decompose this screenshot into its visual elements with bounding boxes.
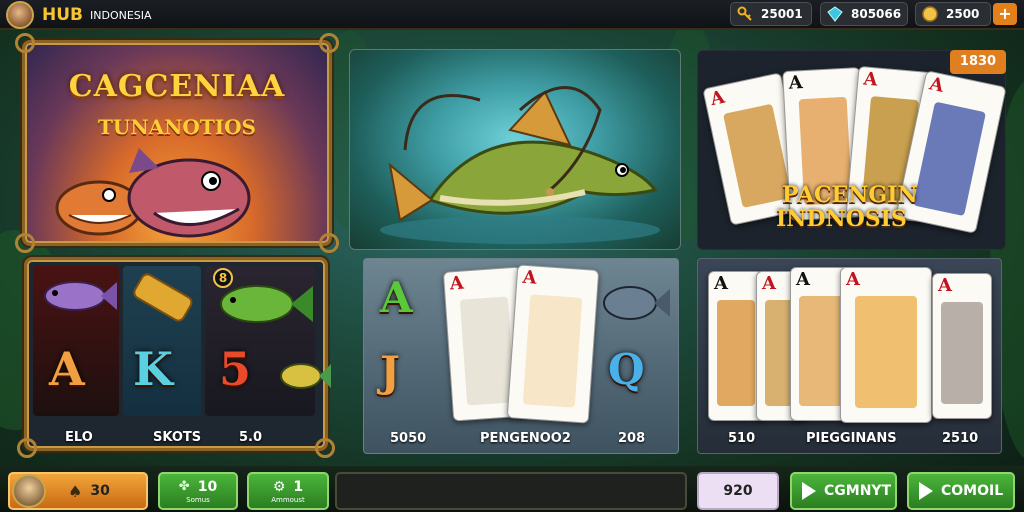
play-icon	[802, 482, 816, 500]
frame-ornament	[15, 233, 35, 253]
add-currency-button[interactable]: +	[993, 3, 1017, 25]
card-rank: A	[862, 68, 879, 91]
gem-icon	[827, 6, 843, 22]
tile-label-left: 510	[728, 431, 756, 446]
lives-count: 30	[90, 483, 110, 499]
card-art	[522, 294, 583, 408]
amount-value: 1	[293, 478, 304, 495]
card-rank: A	[846, 269, 860, 290]
card-rank: A	[938, 275, 952, 296]
brand-title: HUB	[42, 5, 83, 25]
bonus-sub: Somus	[186, 495, 210, 504]
symbol-j: J	[380, 347, 400, 396]
cartoon-fish-illustration	[55, 148, 251, 238]
key-icon	[737, 6, 753, 22]
symbol-a: A	[380, 273, 413, 322]
tile-label-left: 5050	[390, 431, 427, 446]
slot-symbol-k: K	[133, 342, 173, 396]
jumping-fish-illustration	[380, 86, 660, 244]
playing-card: A	[932, 273, 992, 419]
currency-key-value: 25001	[761, 7, 803, 21]
tile-label-center: PIEGGINANS	[806, 431, 897, 446]
card-rank: A	[788, 72, 804, 94]
green-fish-icon	[220, 285, 313, 323]
frame-ornament	[319, 233, 339, 253]
bonus-value: 10	[197, 478, 218, 495]
control-label: COMOIL	[941, 483, 1004, 499]
clover-icon: ✤	[178, 479, 190, 494]
card-art	[941, 302, 983, 404]
currency-coin-pill[interactable]: 2500	[915, 2, 991, 26]
brand-avatar	[6, 1, 34, 29]
currency-key-pill[interactable]: 25001	[730, 2, 812, 26]
progress-bar	[335, 472, 687, 510]
tile-label-center: PENGENOO2	[480, 431, 571, 446]
bet-value: 920	[723, 483, 753, 499]
card-rank: A	[927, 73, 946, 97]
card-rank: A	[708, 86, 727, 111]
playing-card: A	[840, 267, 932, 423]
tile-label-right: 2510	[942, 431, 979, 446]
card-rank: A	[714, 273, 728, 294]
fish-icon	[603, 286, 670, 320]
slots-game-tile[interactable]: 8 A K 5 ELO SKOTS 5.0	[17, 257, 335, 458]
featured-game-banner[interactable]: CAGCENIAA TUNANOTIOS	[15, 33, 339, 253]
pacengin-title-line1: PACENGIN	[782, 182, 918, 208]
card-art	[799, 296, 843, 406]
fishing-game-tile[interactable]	[349, 49, 681, 250]
play-icon	[919, 482, 933, 500]
symbol-q: Q	[608, 345, 645, 394]
game-title-line1: CAGCENIAA	[68, 69, 286, 104]
card-rank: A	[521, 266, 538, 289]
purple-fish-icon	[44, 281, 117, 311]
yellow-fish-icon	[280, 363, 331, 389]
card-art	[459, 296, 516, 406]
currency-gem-pill[interactable]: 805066	[820, 2, 908, 26]
coin-icon	[922, 6, 938, 22]
spade-icon: ♠	[68, 481, 83, 501]
currency-coin-value: 2500	[946, 7, 980, 21]
bonus-button[interactable]: ✤ 10 Somus	[158, 472, 238, 510]
tile-label-center: SKOTS	[153, 430, 202, 445]
pacengin-title-line2: INDNOSIS	[776, 206, 907, 232]
control-button[interactable]: COMOIL	[907, 472, 1015, 510]
count-button[interactable]: CGMNYT	[790, 472, 897, 510]
frame-ornament	[319, 33, 339, 53]
frame-ornament	[315, 438, 335, 458]
jackpot-badge: 1830	[950, 50, 1006, 74]
slot-symbol-5: 5	[219, 342, 252, 396]
bet-display[interactable]: 920	[697, 472, 779, 510]
tile-label-right: 208	[618, 431, 646, 446]
gold-bar-icon	[133, 273, 193, 322]
slot-symbol-a: A	[49, 342, 85, 396]
playing-card: A	[506, 264, 600, 424]
card-art	[855, 296, 917, 408]
frame-ornament	[15, 33, 35, 53]
currency-gem-value: 805066	[851, 7, 902, 21]
brand-subtitle: INDONESIA	[90, 9, 152, 22]
count-label: CGMNYT	[824, 483, 892, 499]
card-game-tile[interactable]: A J A A Q 5050 PENGENOO2 208	[363, 258, 679, 454]
amount-button[interactable]: ⚙ 1 Ammoust	[247, 472, 329, 510]
tile-label-left: ELO	[65, 430, 93, 445]
gear-icon: ⚙	[272, 478, 286, 495]
piegginans-game-tile[interactable]: A A A A A 510 PIEGGINANS 2510	[697, 258, 1002, 454]
amount-sub: Ammoust	[271, 495, 305, 504]
card-rank: A	[796, 269, 810, 290]
card-rank: A	[448, 272, 465, 295]
player-profile-button[interactable]: ♠ 30	[8, 472, 148, 510]
player-avatar	[12, 474, 46, 508]
top-bar: HUB INDONESIA 25001 805066 2500 +	[0, 0, 1024, 30]
card-art	[717, 300, 755, 406]
frame-ornament	[17, 438, 37, 458]
tile-label-right: 5.0	[239, 430, 263, 445]
card-rank: A	[762, 273, 776, 294]
game-title-line2: TUNANOTIOS	[98, 115, 256, 139]
card-art	[913, 101, 986, 217]
